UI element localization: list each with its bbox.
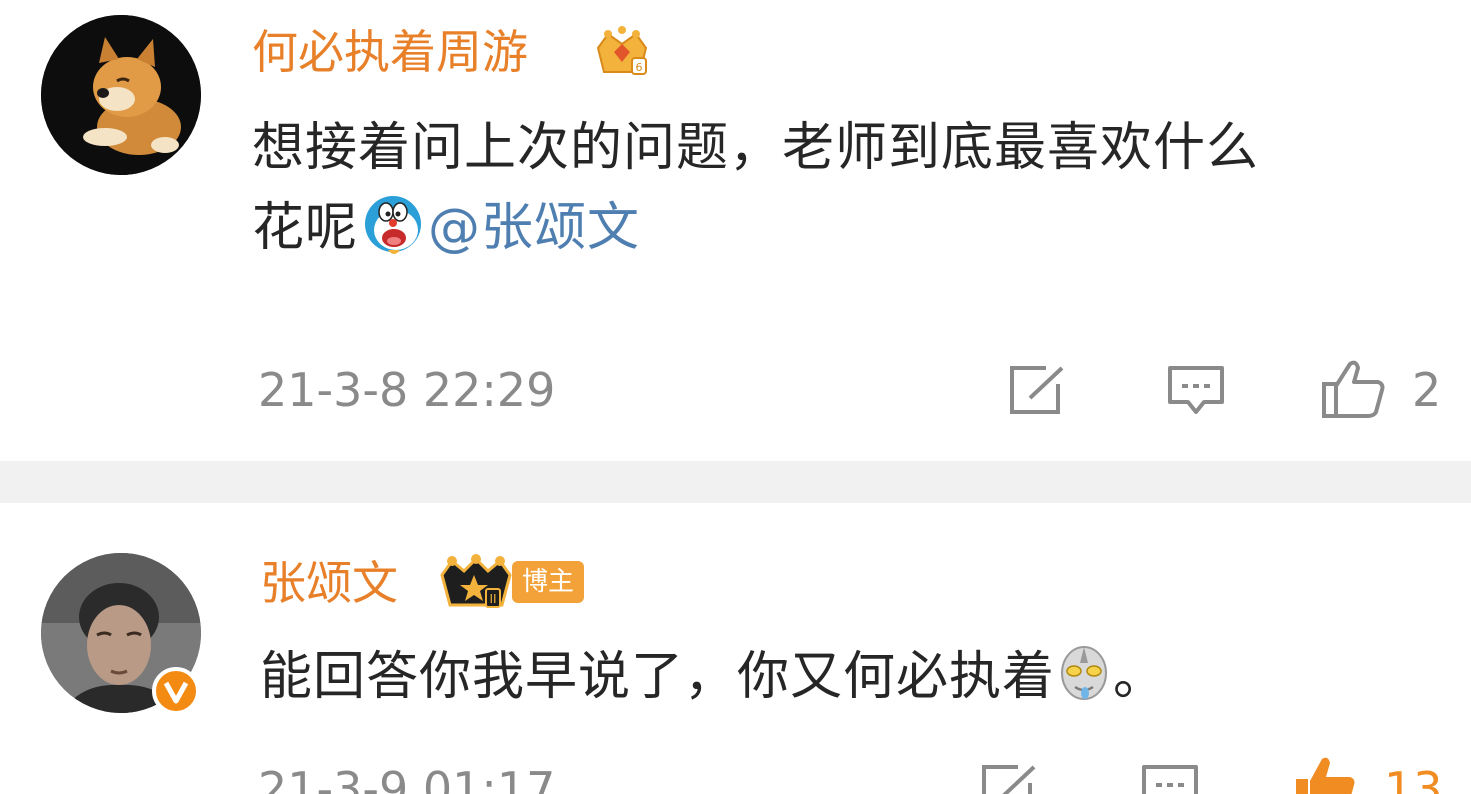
- section-divider: [0, 461, 1471, 503]
- comment-text: 想接着问上次的问题，老师到底最喜欢什么 花呢 @张颂文: [252, 108, 1452, 271]
- reply-button[interactable]: [1166, 364, 1226, 418]
- member-crown-icon[interactable]: II: [438, 553, 514, 613]
- comment-timestamp: 21-3-9 01:17: [258, 762, 556, 794]
- comment-text-line: 想接着问上次的问题，老师到底最喜欢什么: [252, 118, 1260, 178]
- ultraman-emoji-icon: [1055, 640, 1113, 720]
- thumbs-up-filled-icon: [1296, 757, 1355, 794]
- like-count: 2: [1412, 363, 1442, 417]
- comment-card: 张颂文 II 博主 能回答你我早说了，你又何必执着 。 21-3-9 01:17: [0, 503, 1471, 794]
- share-icon: [982, 765, 1036, 794]
- shiba-dog-avatar-image: [41, 15, 201, 175]
- comment-text: 能回答你我早说了，你又何必执着 。: [260, 637, 1460, 720]
- comment-icon: [1142, 765, 1198, 794]
- share-button[interactable]: [980, 763, 1040, 794]
- comment-text-segment: 能回答你我早说了，你又何必执着: [260, 647, 1056, 707]
- like-button[interactable]: [1292, 753, 1360, 794]
- comment-card: 何必执着周游 6 想接着问上次的问题，老师到底最喜欢什么 花呢 @张颂文 21-…: [0, 0, 1471, 461]
- verified-v-icon: [152, 667, 200, 715]
- username[interactable]: 张颂文: [260, 555, 398, 611]
- comment-text-line: 花呢 @张颂文: [252, 188, 1452, 271]
- share-button[interactable]: [1008, 364, 1068, 416]
- mention-link[interactable]: @张颂文: [428, 198, 640, 258]
- comment-icon: [1168, 366, 1224, 414]
- username[interactable]: 何必执着周游: [252, 24, 528, 80]
- like-button[interactable]: [1320, 358, 1388, 420]
- comment-text-segment: 花呢: [252, 198, 359, 258]
- comment-text-segment: 。: [1113, 647, 1167, 707]
- avatar[interactable]: [41, 15, 201, 175]
- share-icon: [1010, 366, 1064, 414]
- thumbs-up-icon: [1322, 360, 1385, 418]
- doraemon-emoji-icon: [358, 191, 428, 271]
- svg-text:6: 6: [636, 61, 643, 74]
- author-badge: 博主: [512, 561, 585, 603]
- like-count: 13: [1384, 762, 1443, 794]
- crown-badge-icon[interactable]: 6: [592, 22, 652, 82]
- comment-timestamp: 21-3-8 22:29: [258, 363, 556, 417]
- svg-text:II: II: [489, 592, 496, 606]
- reply-button[interactable]: [1140, 763, 1200, 794]
